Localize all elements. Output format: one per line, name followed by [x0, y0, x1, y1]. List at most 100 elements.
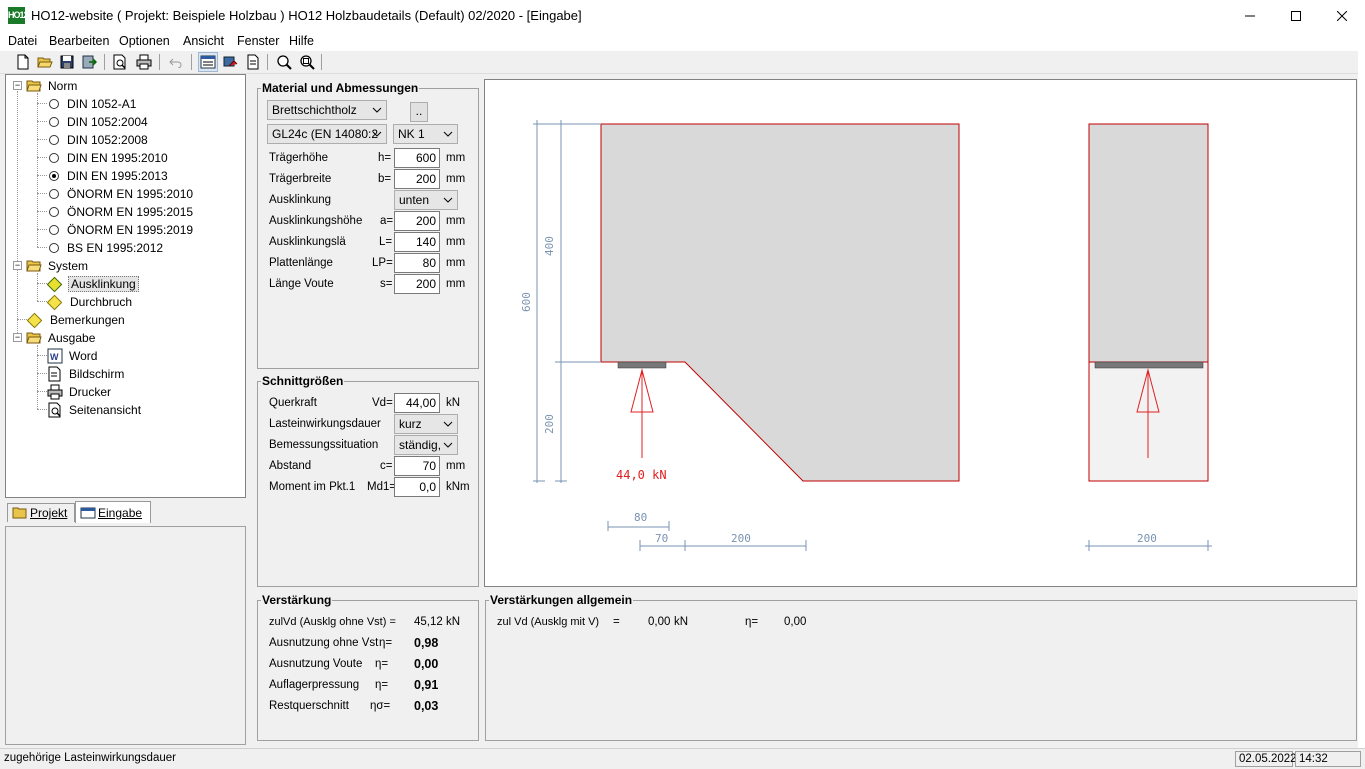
printer-icon [47, 384, 63, 400]
zulvd-label: zulVd (Ausklg ohne Vst) = [269, 616, 396, 628]
save-button[interactable] [57, 52, 77, 72]
maximize-button[interactable] [1273, 0, 1319, 31]
moment-label: Moment im Pkt.1 [269, 481, 356, 493]
new-file-button[interactable] [13, 52, 33, 72]
screen-icon [48, 366, 61, 382]
tree-ausgabe-drucker[interactable]: Drucker [47, 383, 113, 401]
undo-button[interactable] [166, 52, 186, 72]
radio-icon [49, 189, 59, 199]
print-preview-button[interactable] [110, 52, 130, 72]
zoom-fit-button[interactable] [297, 52, 317, 72]
tree-norm-din-1052-a1[interactable]: DIN 1052-A1 [49, 95, 138, 113]
output-button[interactable] [220, 52, 240, 72]
tree-node-system[interactable]: System [26, 257, 90, 275]
tab-eingabe[interactable]: Eingabe [75, 501, 151, 523]
tree-node-bemerkungen[interactable]: Bemerkungen [26, 311, 127, 329]
traegerhoehe-symbol: h= [378, 152, 392, 164]
tree-node-ausgabe[interactable]: Ausgabe [26, 329, 97, 347]
tree-norm-bs-en-1995-2012[interactable]: BS EN 1995:2012 [49, 239, 165, 257]
close-icon [1337, 10, 1347, 21]
schnitt-group-title: Schnittgrößen [261, 374, 345, 388]
ausklinkungshoehe-input[interactable]: 200 [394, 211, 440, 231]
document-button[interactable] [243, 52, 263, 72]
bearing-plate-left [617, 361, 667, 369]
tab-projekt[interactable]: Projekt [7, 503, 75, 522]
querkraft-input[interactable]: 44,00 [394, 393, 440, 413]
laenge-voute-unit: mm [446, 278, 466, 290]
tree-system-durchbruch[interactable]: Durchbruch [46, 293, 134, 311]
menu-optionen[interactable]: Optionen [119, 34, 170, 48]
zoom-button[interactable] [274, 52, 294, 72]
material-more-button[interactable]: .. [410, 102, 428, 122]
tree-norm-onorm-2010[interactable]: ÖNORM EN 1995:2010 [49, 185, 195, 203]
chevron-down-icon [443, 131, 453, 137]
tree-norm-din-en-1995-2013[interactable]: DIN EN 1995:2013 [49, 167, 170, 185]
laenge-voute-input[interactable]: 200 [394, 274, 440, 294]
close-button[interactable] [1319, 0, 1365, 31]
ausklinkungshoehe-unit: mm [446, 215, 466, 227]
tree-ausgabe-bildschirm[interactable]: Bildschirm [47, 365, 126, 383]
dim-200-horizontal: 200 [731, 532, 751, 545]
traegerbreite-input[interactable]: 200 [394, 169, 440, 189]
ausnutzung-ohne-vst-symbol: η= [379, 637, 393, 649]
input-view-button[interactable] [198, 52, 218, 72]
tree-norm-din-1052-2004[interactable]: DIN 1052:2004 [49, 113, 150, 131]
app-icon: HO12 [8, 7, 29, 24]
plattenlaenge-unit: mm [446, 257, 466, 269]
restquerschnitt-symbol: ησ= [370, 700, 391, 712]
radio-icon [49, 207, 59, 217]
folder-icon [12, 507, 27, 519]
tree-norm-din-en-1995-2010[interactable]: DIN EN 1995:2010 [49, 149, 170, 167]
tree-norm-din-1052-2008[interactable]: DIN 1052:2008 [49, 131, 150, 149]
tree-system-ausklinkung[interactable]: Ausklinkung [46, 275, 139, 293]
eta-allgemein-value: 0,00 [784, 616, 807, 628]
navigation-tree: − Norm DIN 1052-A1 DIN 1052:2004 DIN 105… [5, 74, 246, 498]
menu-ansicht[interactable]: Ansicht [183, 34, 224, 48]
print-button[interactable] [134, 52, 154, 72]
open-button[interactable] [35, 52, 55, 72]
traegerbreite-label: Trägerbreite [269, 173, 332, 185]
ausgabe-expander[interactable]: − [13, 333, 22, 342]
laenge-voute-symbol: s= [380, 278, 393, 290]
norm-expander[interactable]: − [13, 81, 22, 90]
dim-200-right: 200 [1137, 532, 1157, 545]
info-panel [5, 526, 246, 745]
menu-bearbeiten[interactable]: Bearbeiten [49, 34, 109, 48]
moment-input[interactable]: 0,0 [394, 477, 440, 497]
ausklinkungslaenge-input[interactable]: 140 [394, 232, 440, 252]
traegerhoehe-input[interactable]: 600 [394, 148, 440, 168]
radio-icon [49, 135, 59, 145]
menu-datei[interactable]: Datei [8, 34, 37, 48]
tree-norm-onorm-2015[interactable]: ÖNORM EN 1995:2015 [49, 203, 195, 221]
system-expander[interactable]: − [13, 261, 22, 270]
dim-600: 600 [520, 292, 533, 312]
ausklinkung-select[interactable]: unten [394, 190, 458, 210]
export-button[interactable] [79, 52, 99, 72]
status-hint: zugehörige Lasteinwirkungsdauer [4, 752, 176, 764]
status-date: 02.05.2022 [1235, 751, 1297, 767]
lastdauer-select[interactable]: kurz [394, 414, 458, 434]
zulvd-value: 45,12 [414, 616, 443, 628]
cross-section-upper [1088, 123, 1209, 363]
material-type-select[interactable]: Brettschichtholz [267, 100, 387, 120]
status-bar: zugehörige Lasteinwirkungsdauer 02.05.20… [0, 748, 1365, 769]
tree-ausgabe-word[interactable]: W Word [47, 347, 99, 365]
right-edge [1358, 51, 1365, 748]
grade-select[interactable]: GL24c (EN 14080:2 [267, 124, 387, 144]
plattenlaenge-input[interactable]: 80 [394, 253, 440, 273]
bemessung-select[interactable]: ständig, [394, 435, 458, 455]
zulvd-unit: kN [446, 616, 461, 628]
tree-norm-onorm-2019[interactable]: ÖNORM EN 1995:2019 [49, 221, 195, 239]
minimize-button[interactable] [1227, 0, 1273, 31]
abstand-input[interactable]: 70 [394, 456, 440, 476]
menu-hilfe[interactable]: Hilfe [289, 34, 314, 48]
tree-node-norm[interactable]: Norm [26, 77, 79, 95]
ausklinkung-label: Ausklinkung [269, 194, 332, 206]
word-icon: W [47, 348, 63, 364]
nk-select[interactable]: NK 1 [393, 124, 458, 144]
querkraft-symbol: Vd= [372, 397, 393, 409]
tree-ausgabe-seitenansicht[interactable]: Seitenansicht [47, 401, 143, 419]
toolbar-separator [321, 54, 322, 70]
menu-fenster[interactable]: Fenster [237, 34, 279, 48]
toolbar-separator [267, 54, 268, 70]
